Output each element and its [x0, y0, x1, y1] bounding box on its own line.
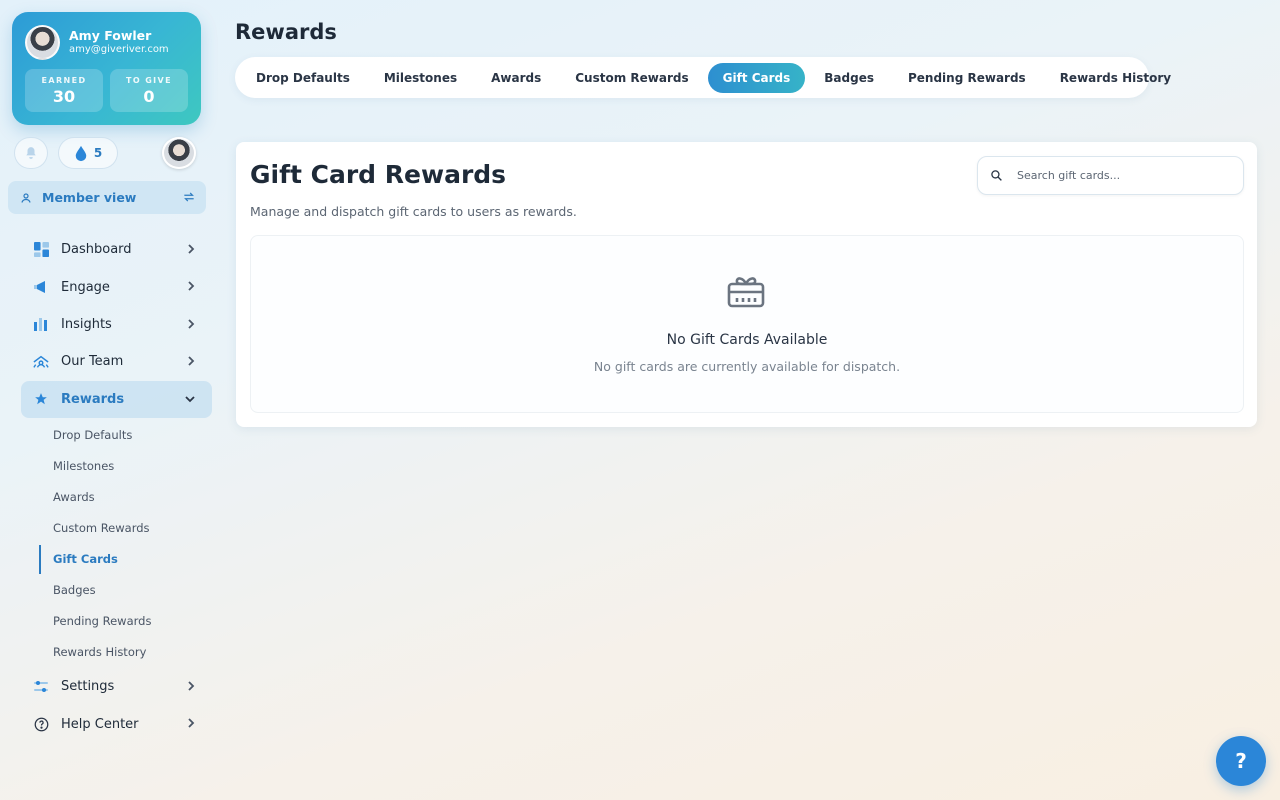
sidebar-item-label: Rewards — [61, 391, 125, 407]
sidebar-item-label: Our Team — [61, 354, 124, 370]
chevron-right-icon — [188, 681, 195, 691]
search-input[interactable] — [1017, 169, 1217, 182]
tab-custom-rewards[interactable]: Custom Rewards — [560, 63, 703, 93]
subnav-pending-rewards[interactable]: Pending Rewards — [39, 606, 212, 637]
to-give-stat: TO GIVE 0 — [110, 69, 188, 112]
help-button[interactable]: ? — [1216, 736, 1266, 786]
chevron-right-icon — [188, 319, 195, 329]
subnav-drop-defaults[interactable]: Drop Defaults — [39, 420, 212, 451]
chevron-right-icon — [188, 356, 195, 366]
tab-pending-rewards[interactable]: Pending Rewards — [893, 63, 1041, 93]
drops-badge[interactable]: 5 — [58, 137, 118, 169]
user-avatar[interactable] — [162, 137, 196, 169]
swap-icon — [184, 192, 194, 202]
bar-chart-icon — [33, 316, 49, 332]
status-row: 5 — [14, 137, 198, 169]
help-button-label: ? — [1235, 749, 1247, 773]
team-icon — [33, 354, 49, 370]
subnav-custom-rewards[interactable]: Custom Rewards — [39, 513, 212, 544]
tab-badges[interactable]: Badges — [809, 63, 889, 93]
chevron-right-icon — [188, 244, 195, 254]
droplet-icon — [75, 145, 87, 161]
page-title: Rewards — [235, 20, 337, 44]
panel-title: Gift Card Rewards — [250, 160, 507, 189]
member-view-label: Member view — [42, 190, 137, 205]
dashboard-icon — [33, 242, 49, 258]
earned-stat: EARNED 30 — [25, 69, 103, 112]
sidebar-item-our-team[interactable]: Our Team — [21, 343, 212, 380]
subnav-gift-cards[interactable]: Gift Cards — [39, 544, 212, 575]
gift-card-icon — [727, 277, 765, 308]
notifications-button[interactable] — [14, 137, 48, 169]
sidebar-item-label: Engage — [61, 279, 110, 295]
megaphone-icon — [33, 279, 49, 295]
empty-state-title: No Gift Cards Available — [666, 332, 828, 348]
sidebar-item-label: Insights — [61, 316, 112, 332]
user-icon — [21, 192, 31, 203]
avatar[interactable] — [25, 25, 60, 60]
drops-count: 5 — [93, 146, 103, 160]
profile-name: Amy Fowler — [69, 28, 152, 43]
search-icon — [991, 170, 1002, 181]
tab-drop-defaults[interactable]: Drop Defaults — [241, 63, 365, 93]
sliders-icon — [33, 679, 49, 695]
sidebar: Amy Fowler amy@giveriver.com EARNED 30 T… — [0, 0, 220, 800]
earned-label: EARNED — [41, 76, 87, 85]
sidebar-item-label: Settings — [61, 679, 115, 695]
chevron-right-icon — [188, 281, 195, 292]
chevron-down-icon — [185, 395, 195, 402]
sidebar-item-engage[interactable]: Engage — [21, 268, 212, 305]
chevron-right-icon — [188, 718, 195, 728]
profile-email: amy@giveriver.com — [69, 44, 169, 55]
sidebar-item-label: Help Center — [61, 716, 139, 732]
sidebar-item-dashboard[interactable]: Dashboard — [21, 231, 212, 268]
subnav-rewards-history[interactable]: Rewards History — [39, 637, 212, 668]
tab-gift-cards[interactable]: Gift Cards — [707, 62, 806, 93]
sidebar-nav: Dashboard Engage Insights Our Team Rewar… — [21, 231, 212, 743]
earned-value: 30 — [52, 87, 76, 106]
empty-state: No Gift Cards Available No gift cards ar… — [250, 235, 1244, 413]
star-icon — [33, 391, 49, 407]
tab-awards[interactable]: Awards — [476, 63, 556, 93]
empty-state-subtitle: No gift cards are currently available fo… — [593, 359, 901, 374]
sidebar-item-insights[interactable]: Insights — [21, 306, 212, 343]
tab-rewards-history[interactable]: Rewards History — [1045, 63, 1186, 93]
sidebar-item-settings[interactable]: Settings — [21, 668, 212, 705]
tab-milestones[interactable]: Milestones — [369, 63, 472, 93]
gift-card-panel: Gift Card Rewards Manage and dispatch gi… — [236, 142, 1257, 427]
subnav-badges[interactable]: Badges — [39, 575, 212, 606]
rewards-subnav: Drop Defaults Milestones Awards Custom R… — [39, 418, 212, 668]
sidebar-item-rewards[interactable]: Rewards — [21, 380, 212, 418]
subnav-milestones[interactable]: Milestones — [39, 451, 212, 482]
profile-card[interactable]: Amy Fowler amy@giveriver.com EARNED 30 T… — [12, 12, 201, 125]
to-give-label: TO GIVE — [125, 76, 173, 85]
help-circle-icon — [33, 716, 49, 732]
rewards-tabs: Drop Defaults Milestones Awards Custom R… — [235, 57, 1171, 98]
to-give-value: 0 — [143, 87, 155, 106]
sidebar-item-help-center[interactable]: Help Center — [21, 705, 212, 742]
search-box[interactable] — [977, 156, 1244, 195]
sidebar-item-label: Dashboard — [61, 242, 132, 258]
panel-subtitle: Manage and dispatch gift cards to users … — [250, 204, 577, 219]
subnav-awards[interactable]: Awards — [39, 482, 212, 513]
bell-icon — [26, 147, 36, 159]
member-view-toggle[interactable]: Member view — [8, 181, 206, 214]
